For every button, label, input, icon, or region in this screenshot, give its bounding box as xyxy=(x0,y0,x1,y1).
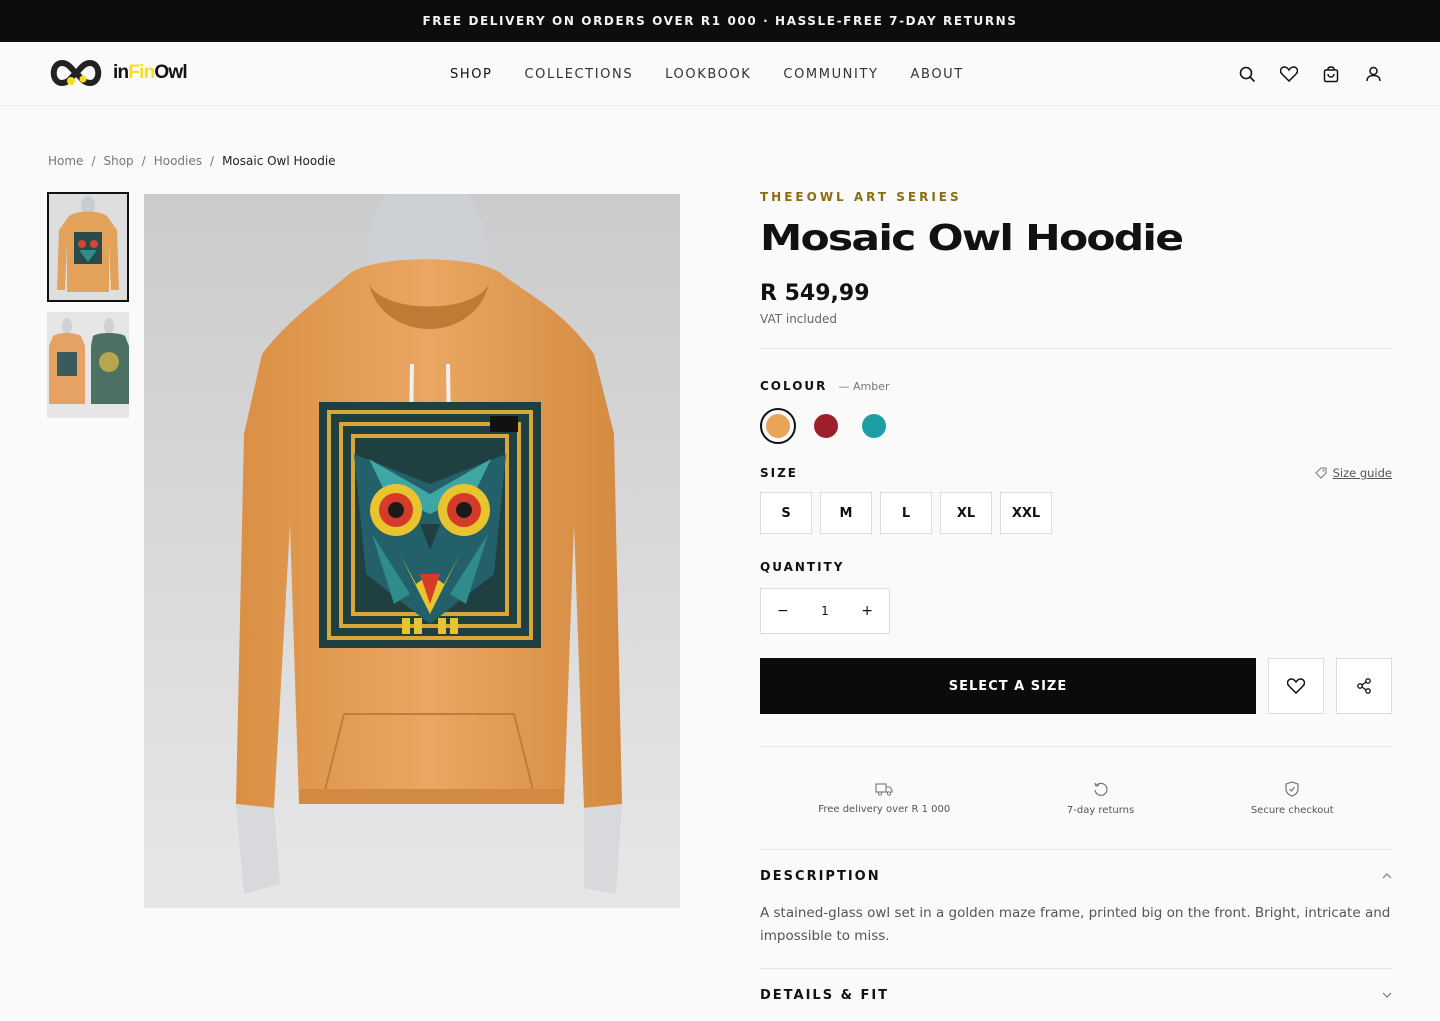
description-text: A stained-glass owl set in a golden maze… xyxy=(760,905,1391,944)
product-title: Mosaic Owl Hoodie xyxy=(760,218,1184,259)
size-guide-link[interactable]: Size guide xyxy=(1314,466,1392,480)
size-options: S M L XL XXL xyxy=(760,492,1392,534)
heart-icon xyxy=(1287,678,1305,694)
breadcrumb: Home / Shop / Hoodies / Mosaic Owl Hoodie xyxy=(48,154,336,168)
swatch-color xyxy=(814,414,838,438)
breadcrumb-current: Mosaic Owl Hoodie xyxy=(222,154,336,168)
infinity-logo-icon xyxy=(50,59,102,87)
nav-about[interactable]: ABOUT xyxy=(911,67,964,82)
details-accordion-header[interactable]: DETAILS & FIT xyxy=(760,969,1392,1021)
action-row: SELECT A SIZE xyxy=(760,658,1392,714)
share-icon xyxy=(1357,678,1371,694)
feature-label: Secure checkout xyxy=(1250,804,1334,816)
nav-shop[interactable]: SHOP xyxy=(450,67,493,82)
swatch-color xyxy=(862,414,886,438)
nav-collections[interactable]: COLLECTIONS xyxy=(525,67,634,82)
search-icon[interactable] xyxy=(1236,63,1258,85)
product-series: THEEOWL ART SERIES xyxy=(760,190,962,204)
feature-list: Free delivery over R 1 000 7-day returns… xyxy=(760,747,1392,849)
feature-label: 7-day returns xyxy=(1066,804,1135,816)
breadcrumb-hoodies[interactable]: Hoodies xyxy=(154,154,202,168)
colour-swatches xyxy=(760,408,1392,444)
quantity-stepper: − 1 + xyxy=(760,588,890,634)
description-accordion-header[interactable]: DESCRIPTION xyxy=(760,850,1392,902)
feature-delivery: Free delivery over R 1 000 xyxy=(818,782,950,815)
nav-community[interactable]: COMMUNITY xyxy=(783,67,878,82)
breadcrumb-separator: / xyxy=(91,154,96,168)
shield-icon xyxy=(1285,780,1299,797)
breadcrumb-separator: / xyxy=(210,154,215,168)
colour-label: COLOUR xyxy=(760,379,828,393)
quantity-value[interactable]: 1 xyxy=(821,604,829,618)
quantity-label: QUANTITY xyxy=(760,560,845,574)
brand-name: inFinOwl xyxy=(113,62,188,83)
vat-note: VAT included xyxy=(760,312,837,326)
select-size-button[interactable]: SELECT A SIZE xyxy=(760,658,1256,714)
site-header: inFinOwl SHOP COLLECTIONS LOOKBOOK COMMU… xyxy=(0,42,1440,106)
breadcrumb-home[interactable]: Home xyxy=(48,154,83,168)
swatch-color xyxy=(766,414,790,438)
size-label: SIZE xyxy=(760,466,799,480)
size-s[interactable]: S xyxy=(760,492,812,534)
heart-icon[interactable] xyxy=(1278,63,1300,85)
description-label: DESCRIPTION xyxy=(760,868,881,884)
user-icon[interactable] xyxy=(1362,63,1384,85)
tag-icon xyxy=(1314,467,1327,479)
main-nav: SHOP COLLECTIONS LOOKBOOK COMMUNITY ABOU… xyxy=(450,42,996,106)
thumbnail-front[interactable] xyxy=(47,192,129,302)
feature-label: Free delivery over R 1 000 xyxy=(818,803,951,815)
feature-secure: Secure checkout xyxy=(1250,780,1334,816)
swatch-teal[interactable] xyxy=(856,408,892,444)
chevron-up-icon xyxy=(1382,873,1392,879)
announcement-bar: FREE DELIVERY ON ORDERS OVER R1 000 · HA… xyxy=(0,0,1440,42)
size-l[interactable]: L xyxy=(880,492,932,534)
announcement-text: FREE DELIVERY ON ORDERS OVER R1 000 · HA… xyxy=(422,14,1018,28)
bag-icon[interactable] xyxy=(1320,63,1342,85)
thumbnail-pair[interactable] xyxy=(47,312,129,418)
product-info: THEEOWL ART SERIES Mosaic Owl Hoodie R 5… xyxy=(760,190,1392,1021)
header-actions xyxy=(1216,63,1384,85)
nav-lookbook[interactable]: LOOKBOOK xyxy=(665,67,751,82)
chevron-down-icon xyxy=(1382,992,1392,998)
product-main-image[interactable] xyxy=(144,194,680,908)
divider xyxy=(760,348,1392,349)
brand-logo[interactable]: inFinOwl xyxy=(47,56,188,90)
swatch-amber[interactable] xyxy=(760,408,796,444)
size-xxl[interactable]: XXL xyxy=(1000,492,1052,534)
decrease-button[interactable]: − xyxy=(777,603,789,619)
size-guide-label: Size guide xyxy=(1332,466,1392,480)
increase-button[interactable]: + xyxy=(861,603,873,619)
share-button[interactable] xyxy=(1336,658,1392,714)
colour-section: COLOUR — Amber xyxy=(760,375,1392,394)
details-label: DETAILS & FIT xyxy=(760,987,890,1003)
size-m[interactable]: M xyxy=(820,492,872,534)
breadcrumb-shop[interactable]: Shop xyxy=(103,154,133,168)
truck-icon xyxy=(875,782,893,796)
feature-returns: 7-day returns xyxy=(1067,781,1134,816)
breadcrumb-separator: / xyxy=(141,154,146,168)
return-icon xyxy=(1093,782,1108,796)
swatch-crimson[interactable] xyxy=(808,408,844,444)
product-price: R 549,99 xyxy=(760,281,870,306)
size-xl[interactable]: XL xyxy=(940,492,992,534)
wishlist-button[interactable] xyxy=(1268,658,1324,714)
colour-selected: — Amber xyxy=(838,380,890,393)
size-section: SIZE Size guide xyxy=(760,466,1392,480)
